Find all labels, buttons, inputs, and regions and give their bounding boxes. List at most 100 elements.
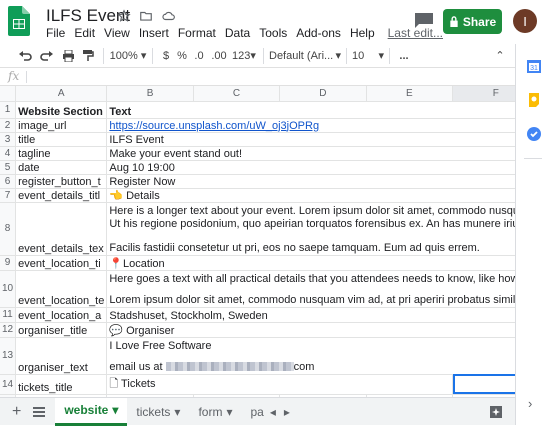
tab-tickets[interactable]: tickets ▾ [127,398,189,426]
scroll-right-icon[interactable]: ▸ [280,398,294,426]
cell[interactable]: Website Section [15,101,108,119]
cell-multiline[interactable]: I Love Free Software email us at com [106,337,515,375]
cell[interactable]: event_location_te [15,270,108,308]
keep-icon[interactable] [526,92,542,108]
cell[interactable]: title [15,132,108,147]
column-header[interactable]: E [366,86,454,102]
menu-tools[interactable]: Tools [259,26,287,40]
row-header[interactable]: 10 [0,270,17,308]
cell[interactable]: event_location_ti [15,255,108,271]
explore-icon[interactable] [477,398,515,426]
expand-panel-icon[interactable]: › [528,396,532,411]
scroll-left-icon[interactable]: ◂ [266,398,280,426]
menu-edit[interactable]: Edit [74,26,95,40]
cell[interactable]: event_location_a [15,307,108,323]
share-button[interactable]: Share [443,9,502,34]
column-header[interactable]: F [452,86,515,102]
undo-icon[interactable] [14,46,36,66]
menu-file[interactable]: File [46,26,65,40]
font-size-select[interactable]: 10 ▾ [352,46,384,66]
row-header[interactable]: 13 [0,337,17,375]
cell[interactable]: 📍Location [106,255,515,271]
row-header[interactable]: 4 [0,146,17,161]
spreadsheet-grid[interactable]: A B C D E F G 1Website SectionText 2imag… [0,86,515,397]
row-header[interactable]: 6 [0,174,17,189]
column-header[interactable]: B [106,86,194,102]
row-header[interactable]: 2 [0,118,17,133]
row-header[interactable]: 7 [0,188,17,203]
selected-cell-f14[interactable] [452,374,515,395]
menu-insert[interactable]: Insert [139,26,169,40]
percent-button[interactable]: % [174,46,190,66]
column-header[interactable]: D [279,86,367,102]
menu-view[interactable]: View [104,26,130,40]
row-header[interactable]: 9 [0,255,17,271]
cell[interactable]: event_details_titl [15,188,108,203]
cell[interactable]: image_url [15,118,108,133]
currency-button[interactable]: $ [158,46,174,66]
tab-form[interactable]: form ▾ [189,398,241,426]
tasks-icon[interactable] [526,126,542,142]
more-options-button[interactable]: ... [395,46,413,66]
print-icon[interactable] [58,46,78,66]
menu-data[interactable]: Data [225,26,250,40]
cell[interactable]: organiser_text [15,337,108,375]
row-header[interactable]: 12 [0,322,17,338]
font-select[interactable]: Default (Ari... ▾ [269,46,341,66]
cell-multiline[interactable]: Here is a longer text about your event. … [106,202,515,256]
cell[interactable]: Text [106,101,515,119]
cell[interactable]: 👈 Details [106,188,515,203]
collapse-toolbar-icon[interactable]: ⌃ [493,46,507,66]
move-to-folder-icon[interactable] [138,8,154,24]
cell[interactable]: 💬 Organiser [106,322,515,338]
select-all-corner[interactable] [0,86,17,102]
cell-line: Ut his regione posidonium, quo apeirian … [109,217,515,230]
add-sheet-icon[interactable]: + [0,398,29,426]
cell[interactable]: 🗋 Tickets [106,374,454,395]
comment-icon[interactable] [414,12,434,28]
row-header[interactable]: 11 [0,307,17,323]
calendar-icon[interactable]: 31 [526,58,542,74]
column-header[interactable]: A [15,86,108,102]
more-formats-button[interactable]: 123 ▾ [230,46,258,66]
chevron-down-icon: ▾ [112,403,119,417]
row-header[interactable]: 8 [0,202,17,256]
menu-addons[interactable]: Add-ons [296,26,341,40]
redo-icon[interactable] [36,46,58,66]
avatar[interactable]: I [513,9,537,33]
tab-website[interactable]: website ▾ [55,397,128,426]
star-icon[interactable] [116,8,132,24]
increase-decimal-button[interactable]: .00 [208,46,230,66]
cell[interactable]: tagline [15,146,108,161]
cell[interactable]: Aug 10 19:00 [106,160,515,175]
zoom-select[interactable]: 100% ▾ [109,46,147,66]
formula-bar[interactable]: fx [0,68,515,86]
row-header[interactable]: 14 [0,374,17,395]
row-header[interactable]: 1 [0,101,17,119]
decrease-decimal-button[interactable]: .0 [190,46,208,66]
row-header[interactable]: 3 [0,132,17,147]
cell[interactable]: register_button_t [15,174,108,189]
cloud-saved-icon[interactable] [160,8,176,24]
cell-link[interactable]: https://source.unsplash.com/uW_oj3jOPRg [106,118,515,133]
paint-format-icon[interactable] [78,46,98,66]
all-sheets-icon[interactable] [29,398,55,426]
tab-label: pa [250,404,264,419]
last-edit-link[interactable]: Last edit... [388,26,443,40]
image-url-link[interactable]: https://source.unsplash.com/uW_oj3jOPRg [109,120,319,132]
cell[interactable]: event_details_tex [15,202,108,256]
sheets-logo-icon[interactable] [8,6,30,36]
cell-multiline[interactable]: Here goes a text with all practical deta… [106,270,515,308]
column-header[interactable]: C [193,86,281,102]
row-header[interactable]: 5 [0,160,17,175]
cell[interactable]: Register Now [106,174,515,189]
cell[interactable]: Stadshuset, Stockholm, Sweden [106,307,515,323]
tab-partial[interactable]: pa [241,398,265,426]
menu-help[interactable]: Help [350,26,375,40]
cell[interactable]: tickets_title [15,374,108,395]
cell[interactable]: ILFS Event [106,132,515,147]
menu-format[interactable]: Format [178,26,216,40]
cell[interactable]: Make your event stand out! [106,146,515,161]
cell[interactable]: organiser_title [15,322,108,338]
cell[interactable]: date [15,160,108,175]
